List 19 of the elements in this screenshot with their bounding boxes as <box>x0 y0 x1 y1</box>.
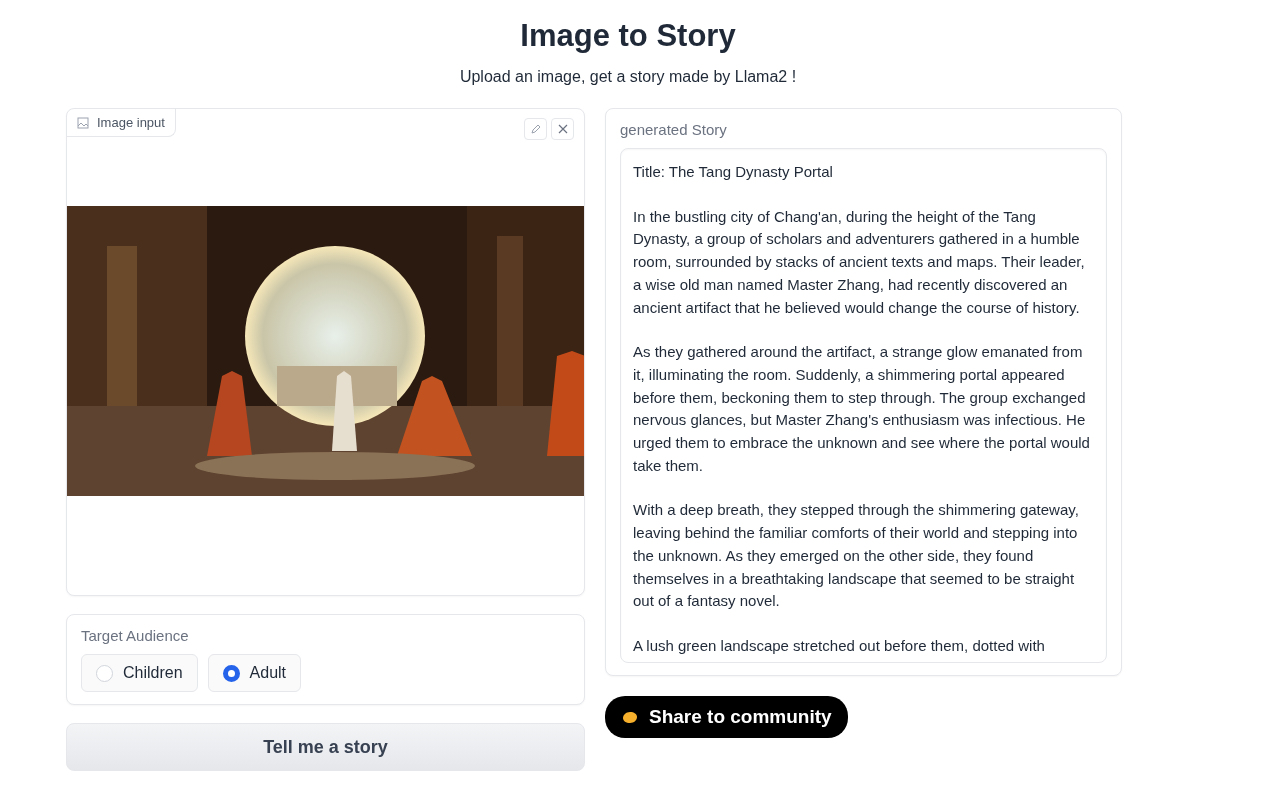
story-paragraph: In the bustling city of Chang'an, during the height of the Tang Dynasty, a group of scholars and adventurers gathered in a humble room, surrounded by stacks of ancient texts and maps. Their leader, a wise old man named Master Zhang, had recently discovered an ancient artifact that he believed would change the course of history. <box>633 206 1086 318</box>
image-icon <box>77 116 89 129</box>
story-label: generated Story <box>620 121 728 138</box>
close-button[interactable] <box>551 118 574 140</box>
audience-label: Target Audience <box>81 627 190 644</box>
radio-option[interactable]: Children <box>81 654 198 692</box>
image-input-title: Image input <box>97 115 165 130</box>
edit-button[interactable] <box>524 118 547 140</box>
pencil-icon <box>529 123 542 135</box>
submit-button[interactable]: Tell me a story <box>66 723 585 771</box>
page-title: Image to Story <box>519 18 737 54</box>
close-icon <box>557 124 568 134</box>
page-subtitle: Upload an image, get a story made by Llama2 ! <box>458 68 798 86</box>
story-paragraph: With a deep breath, they stepped through the shimmering gateway, leaving behind the familiar comforts of their world and stepping into the unknown. As they emerged on the other side, they found themselves in a breathtaking landscape that seemed to be straight out of a fantasy novel. <box>633 500 1080 612</box>
story-paragraph: A lush green landscape stretched out before them, dotted with <box>633 635 1046 656</box>
radio-option[interactable]: Adult <box>207 654 302 692</box>
share-button[interactable]: Share to community <box>605 695 848 738</box>
story-paragraph: As they gathered around the artifact, a strange glow emanated from it, illuminating the room. Suddenly, a shimmering portal appeared before them, beckoning them to step through. The group exchanged nervous glances, but Master Zhang's enthusiasm was infectious. He urged them to embrace the unknown and see where the portal would take them. <box>633 342 1091 476</box>
story-paragraph: Title: The Tang Dynasty Portal <box>633 162 834 182</box>
